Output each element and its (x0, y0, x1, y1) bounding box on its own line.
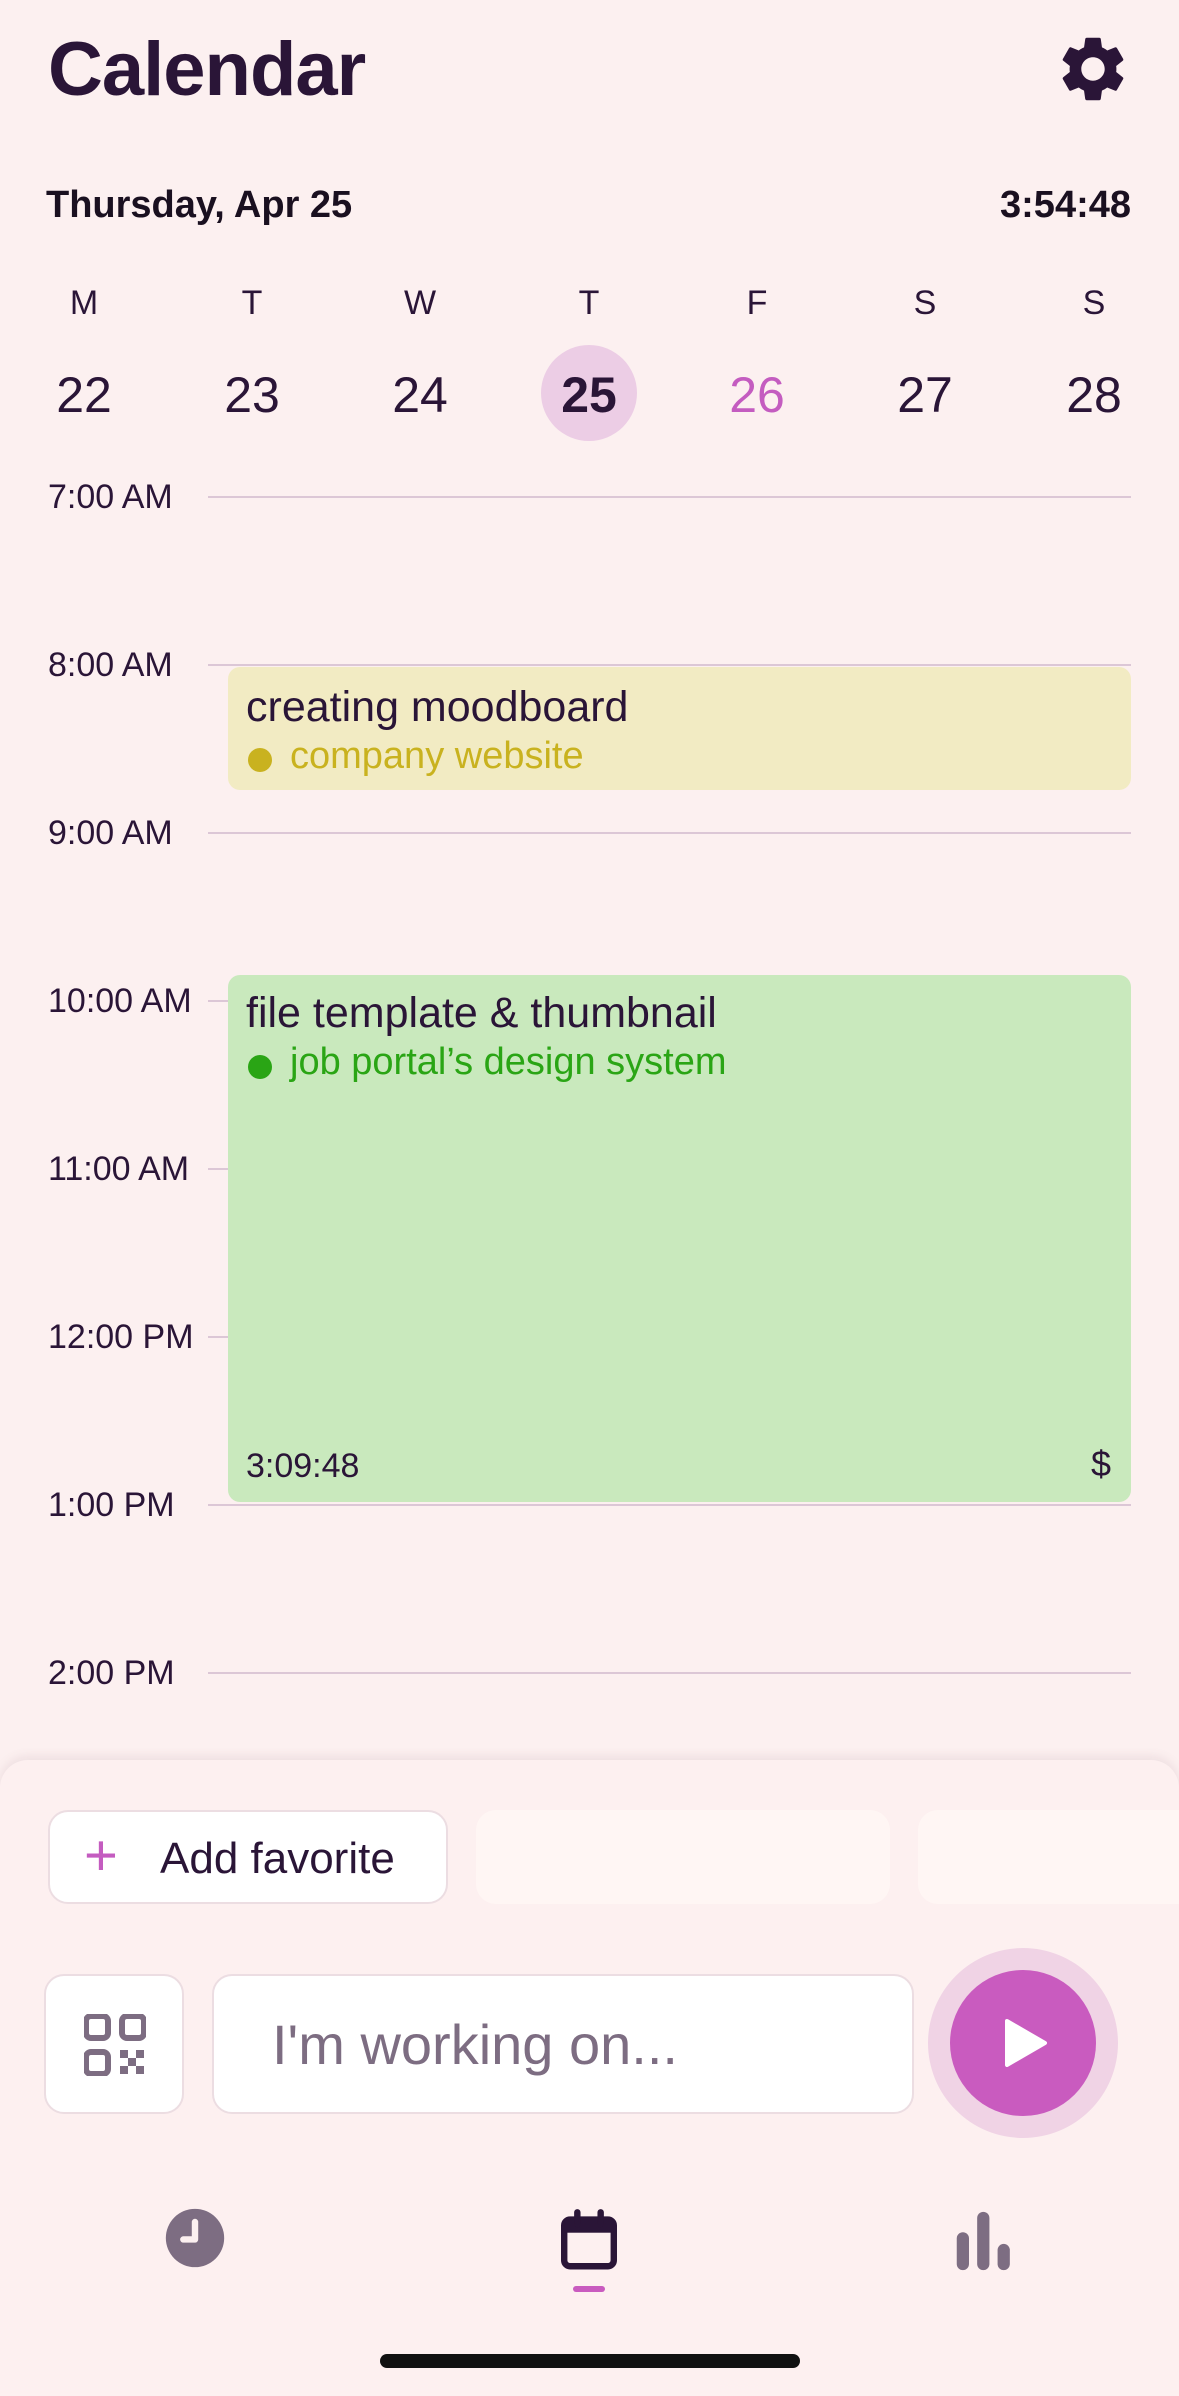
hour-gridline (208, 1504, 1131, 1506)
hour-label: 7:00 AM (48, 478, 173, 516)
weekday-label: W (403, 284, 437, 322)
home-indicator (380, 2354, 800, 2368)
current-date: Thursday, Apr 25 (46, 184, 353, 226)
hour-label: 11:00 AM (48, 1150, 190, 1188)
weekday-label: S (1082, 284, 1106, 322)
weekday-label: M (69, 284, 99, 322)
plus-icon: + (84, 1823, 118, 1888)
hour-gridline (208, 496, 1131, 498)
hour-label: 9:00 AM (48, 814, 173, 852)
day-25-today[interactable]: 25 (529, 358, 649, 432)
clock-icon[interactable] (160, 2203, 230, 2273)
event-card-file-template[interactable]: file template & thumbnail job portal’s d… (228, 975, 1131, 1502)
event-duration: 3:09:48 (246, 1447, 360, 1485)
hour-label: 8:00 AM (48, 646, 173, 684)
hour-label: 2:00 PM (48, 1654, 175, 1692)
hour-gridline (208, 832, 1131, 834)
event-title: creating moodboard (246, 683, 629, 731)
weekday-label: T (241, 284, 263, 322)
weekday-label: F (746, 284, 768, 322)
gear-icon[interactable] (1054, 30, 1132, 108)
weekday-label: T (578, 284, 600, 322)
event-project: job portal’s design system (290, 1041, 727, 1083)
event-title: file template & thumbnail (246, 989, 717, 1037)
day-23[interactable]: 23 (192, 358, 312, 432)
day-24[interactable]: 24 (360, 358, 480, 432)
day-22[interactable]: 22 (24, 358, 144, 432)
day-28[interactable]: 28 (1034, 358, 1154, 432)
billable-indicator[interactable]: $ (1091, 1443, 1111, 1485)
active-tab-indicator (573, 2286, 605, 2292)
day-27[interactable]: 27 (865, 358, 985, 432)
project-dot (248, 748, 272, 772)
day-26[interactable]: 26 (697, 358, 817, 432)
favorite-slot[interactable] (476, 1810, 890, 1904)
add-favorite-label: Add favorite (160, 1834, 395, 1883)
play-icon (1005, 2019, 1047, 2067)
favorite-slot[interactable] (918, 1810, 1179, 1904)
hour-label: 1:00 PM (48, 1486, 175, 1524)
project-dot (248, 1055, 272, 1079)
hour-gridline (208, 1672, 1131, 1674)
calendar-icon[interactable] (554, 2205, 624, 2275)
add-favorite-button[interactable]: + Add favorite (48, 1810, 448, 1904)
weekday-label: S (913, 284, 937, 322)
start-timer-button[interactable] (950, 1970, 1096, 2116)
working-on-input[interactable] (212, 1974, 914, 2114)
hour-gridline (208, 664, 1131, 666)
bar-chart-icon[interactable] (948, 2206, 1018, 2276)
hour-label: 10:00 AM (48, 982, 192, 1020)
event-card-moodboard[interactable]: creating moodboard company website (228, 667, 1131, 790)
current-time: 3:54:48 (1000, 184, 1131, 226)
event-project: company website (290, 735, 584, 777)
page-title: Calendar (48, 27, 366, 112)
hour-label: 12:00 PM (48, 1318, 194, 1356)
qr-scan-button[interactable] (44, 1974, 184, 2114)
qr-code-icon (84, 2014, 146, 2076)
